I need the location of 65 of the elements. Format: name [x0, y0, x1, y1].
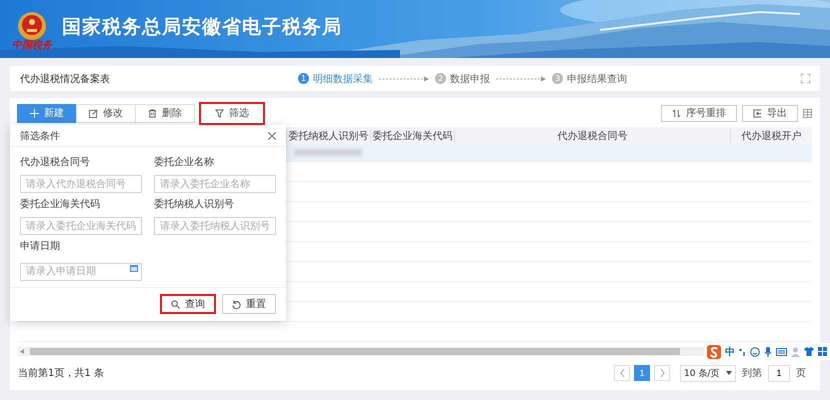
caret-icon	[726, 371, 732, 375]
user-icon[interactable]	[791, 346, 800, 356]
calendar-icon	[130, 264, 138, 272]
redacted-text	[294, 149, 362, 156]
export-icon	[753, 108, 762, 118]
grid-icon[interactable]	[818, 347, 827, 356]
step-arrow	[496, 76, 546, 82]
reset-button[interactable]: 重置	[222, 294, 276, 314]
toolbar-button[interactable]: 删除	[135, 104, 195, 122]
step-label: 数据申报	[450, 72, 490, 86]
input-field[interactable]: 请录入代办退税合同号	[20, 175, 142, 193]
form-title: 代办退税情况备案表	[20, 72, 111, 86]
goto-label: 到第	[742, 367, 762, 380]
field-label: 委托纳税人识别号	[154, 198, 235, 211]
plus-icon	[30, 108, 39, 118]
reset-icon	[232, 300, 241, 308]
column-header: 代办退税合同号	[454, 128, 730, 142]
search-icon	[171, 300, 180, 308]
chevron-right-icon	[660, 369, 664, 377]
edit-icon	[89, 108, 98, 118]
toolbar-button[interactable]: 修改	[76, 104, 136, 122]
field-label: 申请日期	[20, 240, 61, 253]
emblem-icon	[17, 11, 47, 41]
site-title: 国家税务总局安徽省电子税务局	[62, 15, 342, 40]
step-label: 明细数据采集	[313, 72, 373, 86]
sort-icon	[672, 108, 681, 118]
date-field[interactable]: 请录入申请日期	[20, 262, 142, 280]
step-arrow	[379, 76, 429, 82]
smiley-icon[interactable]	[750, 346, 760, 356]
page-size-select[interactable]: 10 条/页	[680, 364, 736, 382]
step-number: 2	[435, 73, 446, 84]
microphone-icon[interactable]	[764, 346, 772, 356]
page-suffix: 页	[796, 367, 806, 380]
punctuation-icon[interactable]	[739, 348, 746, 356]
column-header: 代办退税开户	[730, 128, 812, 142]
logo-text: 中国税务	[12, 41, 52, 51]
prev-page-button[interactable]	[614, 365, 630, 381]
close-button[interactable]	[268, 132, 276, 140]
popup-title: 筛选条件	[20, 130, 60, 142]
page-input[interactable]: 1	[768, 364, 790, 382]
column-header: 委托企业海关代码	[370, 128, 454, 142]
trash-icon	[148, 108, 157, 118]
field-label: 委托企业名称	[154, 156, 215, 169]
step-label: 申报结果查询	[567, 72, 627, 86]
toolbar-button[interactable]: 筛选	[199, 102, 265, 124]
page-summary: 当前第1页，共1 条	[18, 366, 104, 380]
scroll-left-icon[interactable]	[20, 349, 24, 354]
query-button[interactable]: 查询	[160, 294, 216, 314]
scrollbar-thumb[interactable]	[30, 348, 680, 355]
ime-mode[interactable]: 中	[725, 344, 735, 358]
close-icon	[268, 132, 276, 140]
filter-icon	[215, 108, 224, 118]
next-page-button[interactable]	[654, 365, 670, 381]
fullscreen-icon[interactable]	[801, 74, 810, 83]
toolbar-button[interactable]: 导出	[742, 104, 798, 122]
field-label: 委托企业海关代码	[20, 198, 101, 211]
step-number: 3	[552, 73, 563, 84]
step-number: 1	[298, 73, 309, 84]
shirt-icon[interactable]	[804, 347, 814, 356]
keyboard-icon[interactable]	[776, 348, 787, 356]
ime-logo-icon[interactable]	[707, 344, 721, 358]
toolbar-button[interactable]: 序号重排	[661, 104, 737, 122]
columns-icon[interactable]	[803, 108, 812, 118]
chevron-left-icon	[620, 369, 624, 377]
field-label: 代办退税合同号	[20, 156, 91, 169]
